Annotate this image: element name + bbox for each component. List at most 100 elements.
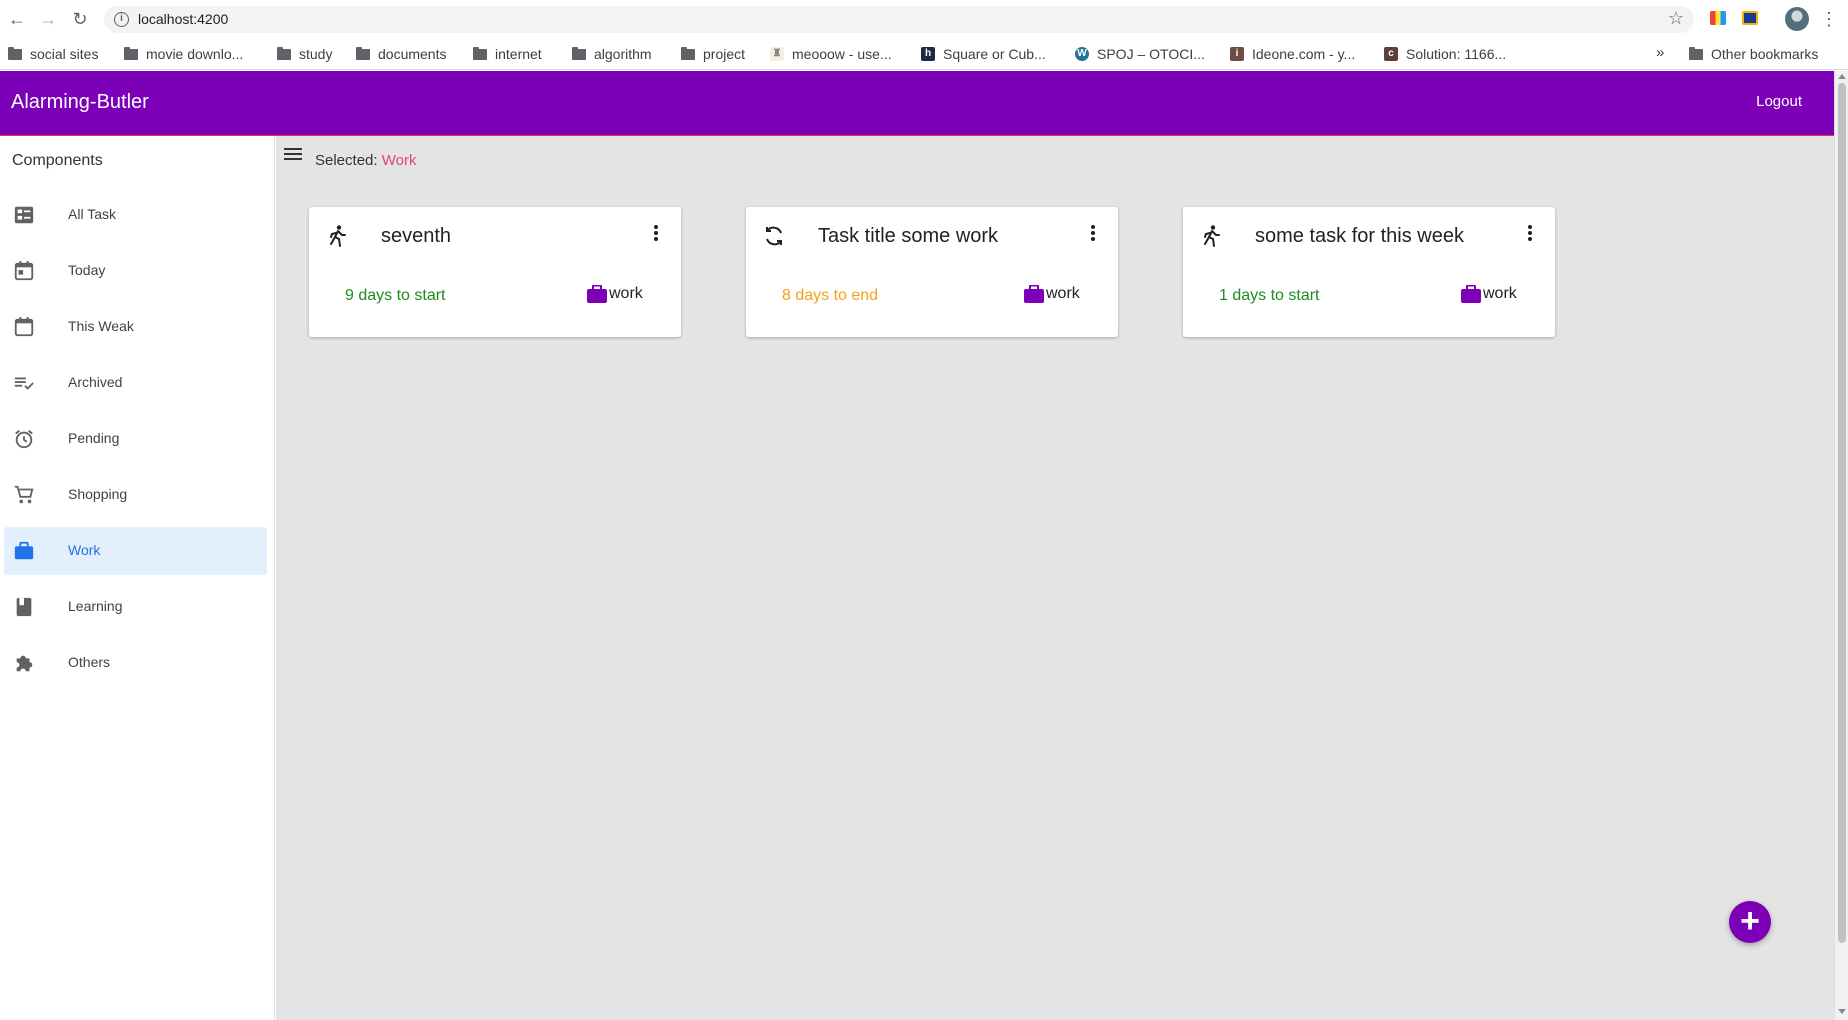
scroll-up-icon[interactable] [1838, 74, 1846, 79]
scroll-thumb[interactable] [1838, 83, 1846, 943]
folder-icon [8, 46, 22, 60]
walking-icon [330, 225, 346, 247]
briefcase-icon [1461, 285, 1481, 303]
browser-menu-icon[interactable]: ⋮ [1820, 8, 1838, 30]
hackerearth-favicon-icon: h [921, 47, 935, 61]
sidebar-item-pending[interactable]: Pending [4, 415, 267, 463]
sidebar-item-label: Shopping [68, 486, 128, 502]
folder-icon [356, 46, 370, 60]
bookmark-link[interactable]: i Ideone.com - y... [1230, 44, 1355, 64]
sidebar-item-work[interactable]: Work [4, 527, 267, 575]
sidebar-item-archived[interactable]: Archived [4, 359, 267, 407]
sidebar-item-all-task[interactable]: All Task [4, 191, 267, 239]
forward-icon[interactable]: → [37, 8, 59, 30]
task-status: 1 days to start [1219, 287, 1320, 304]
task-category-tag: work [1024, 285, 1080, 303]
alarm-icon [15, 430, 33, 449]
bookmark-link[interactable]: h Square or Cub... [921, 44, 1046, 64]
bookmark-folder[interactable]: algorithm [572, 44, 652, 64]
scrollbar[interactable] [1834, 71, 1848, 1020]
calendar-icon [14, 316, 34, 337]
ideone-favicon-icon: i [1230, 47, 1244, 61]
puzzle-icon [16, 655, 33, 672]
sidebar-item-label: Archived [68, 374, 123, 390]
bookmark-folder[interactable]: movie downlo... [124, 44, 243, 64]
sidebar-heading: Components [12, 152, 103, 169]
sidebar-item-label: Today [68, 262, 106, 278]
app-toolbar: Alarming-Butler Logout [0, 71, 1834, 136]
sidebar-item-learning[interactable]: Learning [4, 583, 267, 631]
logout-button[interactable]: Logout [1756, 93, 1802, 110]
more-vert-icon[interactable] [1527, 225, 1533, 245]
add-task-button[interactable]: + [1729, 901, 1771, 943]
menu-toggle-icon[interactable] [284, 148, 302, 162]
bookmark-folder[interactable]: documents [356, 44, 446, 64]
other-bookmarks[interactable]: Other bookmarks [1689, 44, 1818, 64]
walking-icon [1204, 225, 1220, 247]
task-category-tag: work [587, 285, 643, 303]
sidebar-item-shopping[interactable]: Shopping [4, 471, 267, 519]
folder-icon [572, 46, 586, 60]
task-card[interactable]: seventh 9 days to start work [309, 207, 681, 337]
briefcase-icon [587, 285, 607, 303]
bookmark-link[interactable]: W SPOJ – OTOCI... [1075, 44, 1205, 64]
sidebar-item-label: Work [68, 542, 101, 558]
task-title: some task for this week [1255, 225, 1464, 247]
bookmark-folder[interactable]: internet [473, 44, 542, 64]
bookmark-link[interactable]: c Solution: 1166... [1384, 44, 1506, 64]
task-category-tag: work [1461, 285, 1517, 303]
info-icon[interactable]: i [114, 12, 129, 27]
playlist-check-icon [14, 377, 34, 390]
more-vert-icon[interactable] [1090, 225, 1096, 245]
reload-icon[interactable]: ↻ [69, 8, 91, 30]
back-icon[interactable]: ← [6, 8, 28, 30]
selected-category: Selected: Work [315, 152, 417, 169]
calendar-today-icon [14, 260, 34, 281]
scroll-down-icon[interactable] [1838, 1009, 1846, 1014]
sidebar-item-label: Pending [68, 430, 120, 446]
wordpress-favicon-icon: W [1075, 47, 1089, 61]
bookmark-folder[interactable]: social sites [8, 44, 98, 64]
folder-icon [473, 46, 487, 60]
bookmark-folder[interactable]: study [277, 44, 332, 64]
folder-icon [681, 46, 695, 60]
sidebar-item-label: Learning [68, 598, 123, 614]
cart-icon [14, 485, 34, 504]
profile-avatar[interactable] [1785, 7, 1809, 31]
meooow-favicon-icon: ♜ [770, 47, 784, 61]
book-icon [16, 597, 32, 617]
task-card[interactable]: Task title some work 8 days to end work [746, 207, 1118, 337]
briefcase-icon [1024, 285, 1044, 303]
task-title: Task title some work [818, 225, 999, 247]
task-status: 8 days to end [782, 287, 879, 304]
extension-icon[interactable] [1710, 11, 1726, 25]
bookmark-folder[interactable]: project [681, 44, 745, 64]
task-title: seventh [381, 225, 452, 247]
folder-icon [124, 46, 138, 60]
bookmarks-bar: social sites movie downlo... study docum… [0, 38, 1848, 70]
sidebar-item-label: All Task [68, 206, 116, 222]
sidebar-item-this-weak[interactable]: This Weak [4, 303, 267, 351]
bookmark-star-icon[interactable]: ☆ [1668, 8, 1684, 29]
codechef-favicon-icon: c [1384, 47, 1398, 61]
checklist-icon [14, 206, 34, 224]
sidebar-item-today[interactable]: Today [4, 247, 267, 295]
briefcase-icon [14, 541, 34, 560]
address-bar[interactable]: i localhost:4200 ☆ [104, 6, 1694, 33]
selected-category-value: Work [381, 152, 417, 169]
task-card[interactable]: some task for this week 1 days to start … [1183, 207, 1555, 337]
sidebar-item-label: Others [68, 654, 111, 670]
more-vert-icon[interactable] [653, 225, 659, 245]
repeat-icon [766, 226, 782, 246]
folder-icon [277, 46, 291, 60]
sidebar-item-others[interactable]: Others [4, 639, 267, 687]
app-title: Alarming-Butler [11, 91, 149, 113]
sidebar: Components All Task Today This Weak Arch… [0, 136, 275, 1020]
extension-icon[interactable] [1742, 11, 1758, 25]
sidebar-item-label: This Weak [68, 318, 134, 334]
main-content: Selected: Work seventh 9 days to start w… [276, 136, 1834, 1020]
url-text[interactable]: localhost:4200 [138, 11, 228, 27]
more-bookmarks-icon[interactable]: » [1656, 44, 1664, 61]
bookmark-link[interactable]: ♜ meooow - use... [770, 44, 892, 64]
task-status: 9 days to start [345, 287, 446, 304]
